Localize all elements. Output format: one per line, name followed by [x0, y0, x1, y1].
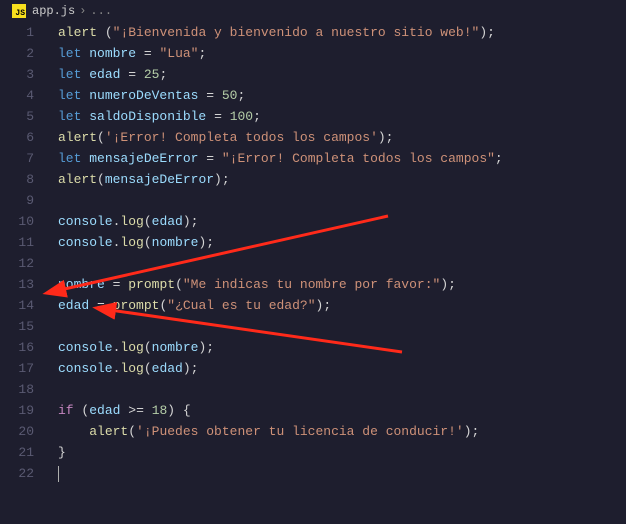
- line-number: 5: [0, 106, 34, 127]
- code-editor[interactable]: 1 2 3 4 5 6 7 8 9 10 11 12 13 14 15 16 1…: [0, 22, 626, 484]
- line-number: 13: [0, 274, 34, 295]
- code-line[interactable]: [46, 253, 626, 274]
- line-number: 10: [0, 211, 34, 232]
- line-number: 2: [0, 43, 34, 64]
- line-number: 9: [0, 190, 34, 211]
- code-line[interactable]: alert('¡Error! Completa todos los campos…: [46, 127, 626, 148]
- line-number: 18: [0, 379, 34, 400]
- code-line[interactable]: let mensajeDeError = "¡Error! Completa t…: [46, 148, 626, 169]
- code-line[interactable]: let nombre = "Lua";: [46, 43, 626, 64]
- code-line[interactable]: [46, 190, 626, 211]
- code-line[interactable]: if (edad >= 18) {: [46, 400, 626, 421]
- code-line[interactable]: console.log(edad);: [46, 358, 626, 379]
- code-line[interactable]: let numeroDeVentas = 50;: [46, 85, 626, 106]
- line-number: 12: [0, 253, 34, 274]
- line-number: 14: [0, 295, 34, 316]
- line-number: 15: [0, 316, 34, 337]
- line-number: 22: [0, 463, 34, 484]
- js-file-icon: JS: [12, 4, 26, 18]
- chevron-right-icon: ›: [79, 4, 86, 18]
- breadcrumb-more[interactable]: ...: [90, 4, 112, 18]
- line-number: 4: [0, 85, 34, 106]
- code-line[interactable]: console.log(edad);: [46, 211, 626, 232]
- code-line[interactable]: }: [46, 442, 626, 463]
- code-line[interactable]: console.log(nombre);: [46, 232, 626, 253]
- line-number: 11: [0, 232, 34, 253]
- line-number: 6: [0, 127, 34, 148]
- code-area[interactable]: alert ("¡Bienvenida y bienvenido a nuest…: [46, 22, 626, 484]
- line-number: 8: [0, 169, 34, 190]
- code-line[interactable]: alert('¡Puedes obtener tu licencia de co…: [46, 421, 626, 442]
- breadcrumb[interactable]: JS app.js › ...: [0, 0, 626, 22]
- line-number: 19: [0, 400, 34, 421]
- line-number: 3: [0, 64, 34, 85]
- line-number-gutter: 1 2 3 4 5 6 7 8 9 10 11 12 13 14 15 16 1…: [0, 22, 46, 484]
- line-number: 17: [0, 358, 34, 379]
- line-number: 1: [0, 22, 34, 43]
- text-cursor: [58, 466, 59, 482]
- code-line[interactable]: console.log(nombre);: [46, 337, 626, 358]
- code-line[interactable]: [46, 379, 626, 400]
- code-line[interactable]: alert(mensajeDeError);: [46, 169, 626, 190]
- line-number: 21: [0, 442, 34, 463]
- code-line[interactable]: [46, 463, 626, 484]
- line-number: 20: [0, 421, 34, 442]
- code-line[interactable]: let saldoDisponible = 100;: [46, 106, 626, 127]
- code-line[interactable]: nombre = prompt("Me indicas tu nombre po…: [46, 274, 626, 295]
- code-line[interactable]: [46, 316, 626, 337]
- line-number: 16: [0, 337, 34, 358]
- breadcrumb-filename[interactable]: app.js: [32, 4, 75, 18]
- code-line[interactable]: edad = prompt("¿Cual es tu edad?");: [46, 295, 626, 316]
- line-number: 7: [0, 148, 34, 169]
- code-line[interactable]: let edad = 25;: [46, 64, 626, 85]
- code-line[interactable]: alert ("¡Bienvenida y bienvenido a nuest…: [46, 22, 626, 43]
